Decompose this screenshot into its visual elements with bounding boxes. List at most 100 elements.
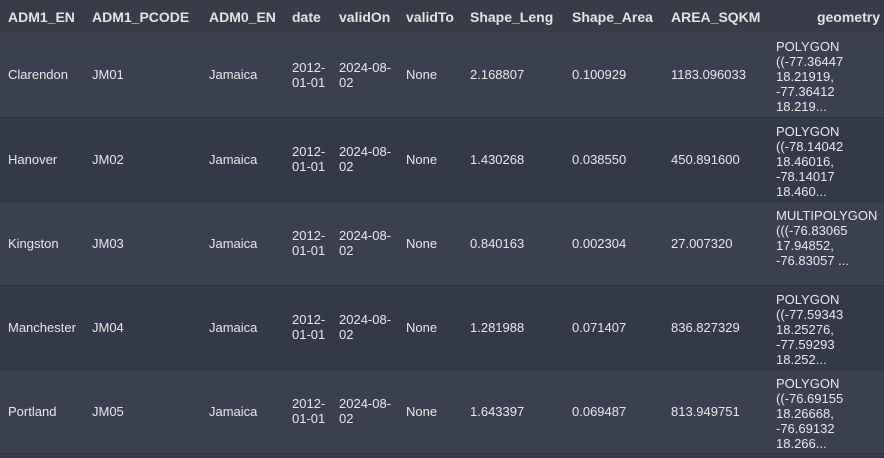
column-header-area-sqkm[interactable]: AREA_SQKM [663, 0, 771, 33]
cell-adm0-en: Jamaica [201, 285, 284, 370]
cell-geometry-line: ((-77.59343 [776, 306, 844, 322]
cell-valid-on-line: 02 [339, 411, 354, 426]
cell-date-line: 01-01 [292, 243, 326, 258]
cell-valid-on-line: 2024-08- [339, 59, 392, 75]
cell-valid-on: 2024-08- 02 [331, 117, 398, 202]
cell-area-sqkm: 450.891600 [663, 117, 771, 202]
column-header-adm0-en[interactable]: ADM0_EN [201, 0, 284, 33]
cell-valid-to: None [398, 369, 462, 454]
cell-geometry-line: -77.59293 [776, 336, 835, 352]
cell-adm1-en: Portland [0, 369, 84, 454]
cell-geometry-line: POLYGON [776, 375, 840, 391]
column-header-valid-to[interactable]: validTo [398, 0, 462, 33]
column-header-geometry[interactable]: geometry [771, 0, 884, 33]
cell-valid-to: None [398, 117, 462, 202]
cell-shape-area: 0.038550 [564, 117, 663, 202]
column-header-adm1-en[interactable]: ADM1_EN [0, 0, 84, 33]
column-header-shape-area[interactable]: Shape_Area [564, 0, 663, 33]
cell-valid-on-line: 2024-08- [339, 396, 392, 411]
cell-date-line: 01-01 [292, 74, 326, 90]
cell-adm1-pcode: JM04 [84, 285, 201, 370]
cell-date-line: 01-01 [292, 159, 326, 174]
cell-valid-to: None [398, 33, 462, 118]
cell-shape-leng: 2.168807 [462, 33, 564, 118]
column-header-adm1-pcode[interactable]: ADM1_PCODE [84, 0, 201, 33]
cell-adm0-en: Jamaica [201, 117, 284, 202]
cell-geometry-line: ((-76.69155 [776, 390, 844, 406]
cell-geometry: POLYGON ((-76.69155 18.26668, -76.69132 18.2… [771, 369, 884, 454]
cell-date: 2012- 01-01 [284, 285, 331, 370]
cell-date-line: 2012- [292, 144, 326, 159]
cell-adm0-en: Jamaica [201, 369, 284, 454]
cell-geometry-line: 18.21919, [776, 69, 834, 84]
table-row[interactable]: Kingston JM03 Jamaica 2012- 01-01 2024-08- 02 N… [0, 201, 884, 286]
cell-geometry-line: 18.46016, [776, 153, 834, 169]
cell-geometry-line: 18.460... [776, 183, 827, 199]
cell-geometry-line: POLYGON [776, 291, 840, 307]
cell-date: 2012- 01-01 [284, 369, 331, 454]
cell-date-line: 2012- [292, 228, 326, 243]
cell-geometry-line: POLYGON [776, 123, 840, 139]
cell-geometry-line: 17.94852, [776, 237, 834, 253]
cell-geometry: POLYGON ((-78.14042 18.46016, -78.14017 18.4… [771, 117, 884, 202]
cell-date: 2012- 01-01 [284, 201, 331, 286]
table-row[interactable]: Clarendon JM01 Jamaica 2012- 01-01 2024-08- 02… [0, 33, 884, 118]
cell-valid-on-line: 02 [339, 74, 354, 90]
cell-geometry-line: 18.26668, [776, 405, 834, 421]
cell-geometry-line: 18.25276, [776, 321, 834, 337]
cell-shape-area: 0.071407 [564, 285, 663, 370]
cell-shape-leng: 1.281988 [462, 285, 564, 370]
cell-valid-on-line: 02 [339, 159, 354, 174]
cell-geometry-line: ((-78.14042 [776, 138, 844, 154]
cell-shape-area: 0.069487 [564, 369, 663, 454]
cell-adm1-en: Hanover [0, 117, 84, 202]
column-header-date[interactable]: date [284, 0, 331, 33]
cell-geometry-line: -78.14017 [776, 168, 835, 184]
cell-valid-to: None [398, 201, 462, 286]
cell-area-sqkm: 836.827329 [663, 285, 771, 370]
dataframe-table: ADM1_EN ADM1_PCODE ADM0_EN date validOn … [0, 0, 884, 454]
cell-valid-on-line: 2024-08- [339, 228, 392, 243]
cell-adm1-pcode: JM05 [84, 369, 201, 454]
cell-shape-leng: 0.840163 [462, 201, 564, 286]
cell-valid-on: 2024-08- 02 [331, 33, 398, 118]
cell-adm1-pcode: JM03 [84, 201, 201, 286]
cell-adm1-pcode: JM02 [84, 117, 201, 202]
cell-shape-leng: 1.430268 [462, 117, 564, 202]
cell-adm1-en: Kingston [0, 201, 84, 286]
cell-geometry: MULTIPOLYGON (((-76.83065 17.94852, -76.830… [771, 201, 884, 286]
cell-geometry: POLYGON ((-77.59343 18.25276, -77.59293 18.2… [771, 285, 884, 370]
cell-valid-to: None [398, 285, 462, 370]
cell-valid-on-line: 02 [339, 243, 354, 258]
cell-area-sqkm: 27.007320 [663, 201, 771, 286]
cell-area-sqkm: 813.949751 [663, 369, 771, 454]
cell-adm1-pcode: JM01 [84, 33, 201, 118]
cell-geometry: POLYGON ((-77.36447 18.21919, -77.36412 18.2… [771, 33, 884, 118]
cell-valid-on: 2024-08- 02 [331, 201, 398, 286]
header-row: ADM1_EN ADM1_PCODE ADM0_EN date validOn … [0, 0, 884, 33]
cell-shape-area: 0.002304 [564, 201, 663, 286]
cell-area-sqkm: 1183.096033 [663, 33, 771, 118]
table-row[interactable]: Manchester JM04 Jamaica 2012- 01-01 2024-08- 0… [0, 285, 884, 370]
cell-shape-leng: 1.643397 [462, 369, 564, 454]
table-row[interactable]: Hanover JM02 Jamaica 2012- 01-01 2024-08- 02 No… [0, 117, 884, 202]
cell-date-line: 2012- [292, 312, 326, 327]
cell-geometry-line: -76.69132 [776, 420, 835, 436]
cell-geometry-line: POLYGON [776, 39, 840, 54]
table-body: Clarendon JM01 Jamaica 2012- 01-01 2024-08- 02… [0, 33, 884, 454]
cell-valid-on-line: 2024-08- [339, 312, 392, 327]
cell-shape-area: 0.100929 [564, 33, 663, 118]
cell-geometry-line: 18.266... [776, 435, 827, 451]
cell-geometry-line: -76.83057 ... [776, 252, 849, 268]
cell-adm1-en: Clarendon [0, 33, 84, 118]
cell-valid-on: 2024-08- 02 [331, 369, 398, 454]
cell-geometry-line: -77.36412 [776, 84, 835, 99]
column-header-shape-leng[interactable]: Shape_Leng [462, 0, 564, 33]
cell-geometry-line: 18.219... [776, 99, 827, 114]
cell-adm0-en: Jamaica [201, 33, 284, 118]
table-row[interactable]: Portland JM05 Jamaica 2012- 01-01 2024-08- 02 N… [0, 369, 884, 454]
column-header-valid-on[interactable]: validOn [331, 0, 398, 33]
cell-valid-on: 2024-08- 02 [331, 285, 398, 370]
cell-date-line: 01-01 [292, 327, 326, 342]
cell-date-line: 01-01 [292, 411, 326, 426]
